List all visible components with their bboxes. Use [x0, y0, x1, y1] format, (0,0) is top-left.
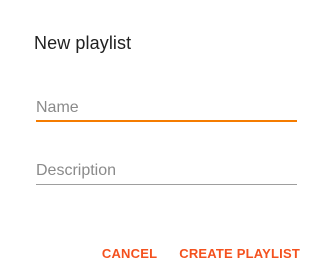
description-input[interactable] [36, 158, 297, 184]
name-input[interactable] [36, 95, 297, 121]
new-playlist-dialog: New playlist CANCEL CREATE PLAYLIST [0, 0, 320, 274]
description-field-container [36, 158, 297, 188]
create-playlist-button[interactable]: CREATE PLAYLIST [179, 246, 300, 261]
name-field-container [36, 95, 297, 125]
cancel-button[interactable]: CANCEL [102, 246, 157, 261]
dialog-actions: CANCEL CREATE PLAYLIST [102, 246, 300, 261]
description-input-underline [36, 184, 297, 185]
name-input-underline-active [36, 120, 297, 122]
dialog-title: New playlist [34, 33, 132, 53]
